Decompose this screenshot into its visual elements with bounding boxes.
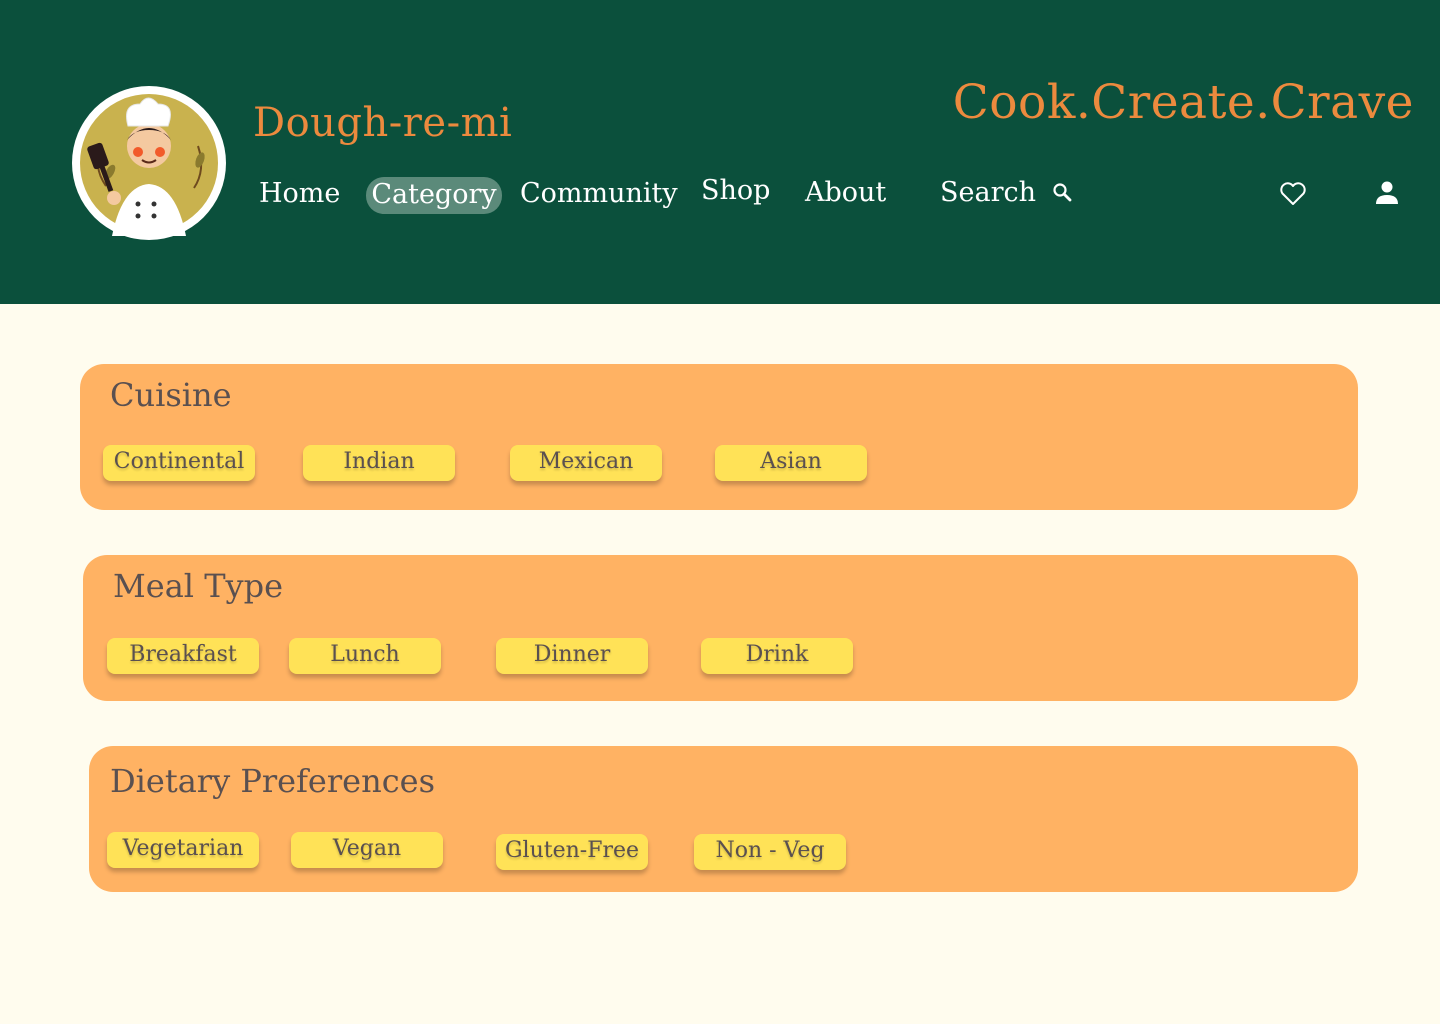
chip-vegetarian[interactable]: Vegetarian xyxy=(107,832,259,868)
chip-continental[interactable]: Continental xyxy=(103,445,255,481)
chip-vegan[interactable]: Vegan xyxy=(291,832,443,868)
chip-drink[interactable]: Drink xyxy=(701,638,853,674)
user-icon[interactable] xyxy=(1372,178,1402,208)
panel-title-dietary-preferences: Dietary Preferences xyxy=(110,762,435,800)
heart-icon[interactable] xyxy=(1278,178,1308,208)
category-panel-meal-type: Meal Type Breakfast Lunch Dinner Drink xyxy=(83,555,1358,701)
chip-lunch[interactable]: Lunch xyxy=(289,638,441,674)
search-icon[interactable] xyxy=(1051,181,1075,205)
tagline: Cook.Create.Crave xyxy=(952,75,1414,130)
chip-gluten-free[interactable]: Gluten-Free xyxy=(496,834,648,870)
chip-non-veg[interactable]: Non - Veg xyxy=(694,834,846,870)
nav-category[interactable]: Category xyxy=(366,177,502,214)
brand-name[interactable]: Dough-re-mi xyxy=(253,100,512,146)
category-panel-cuisine: Cuisine Continental Indian Mexican Asian xyxy=(80,364,1358,510)
chip-indian[interactable]: Indian xyxy=(303,445,455,481)
panel-title-cuisine: Cuisine xyxy=(110,376,232,414)
chip-asian[interactable]: Asian xyxy=(715,445,867,481)
chip-dinner[interactable]: Dinner xyxy=(496,638,648,674)
panel-title-meal-type: Meal Type xyxy=(113,567,284,605)
site-header: Dough-re-mi Cook.Create.Crave Home Categ… xyxy=(0,0,1440,304)
chip-breakfast[interactable]: Breakfast xyxy=(107,638,259,674)
nav-community[interactable]: Community xyxy=(520,176,678,212)
chip-mexican[interactable]: Mexican xyxy=(510,445,662,481)
chef-logo-icon[interactable] xyxy=(72,86,226,240)
nav-about[interactable]: About xyxy=(805,175,886,211)
category-panel-dietary-preferences: Dietary Preferences Vegetarian Vegan Glu… xyxy=(89,746,1358,892)
nav-home[interactable]: Home xyxy=(259,176,340,212)
nav-shop[interactable]: Shop xyxy=(701,173,770,209)
nav-search[interactable]: Search xyxy=(940,175,1036,211)
